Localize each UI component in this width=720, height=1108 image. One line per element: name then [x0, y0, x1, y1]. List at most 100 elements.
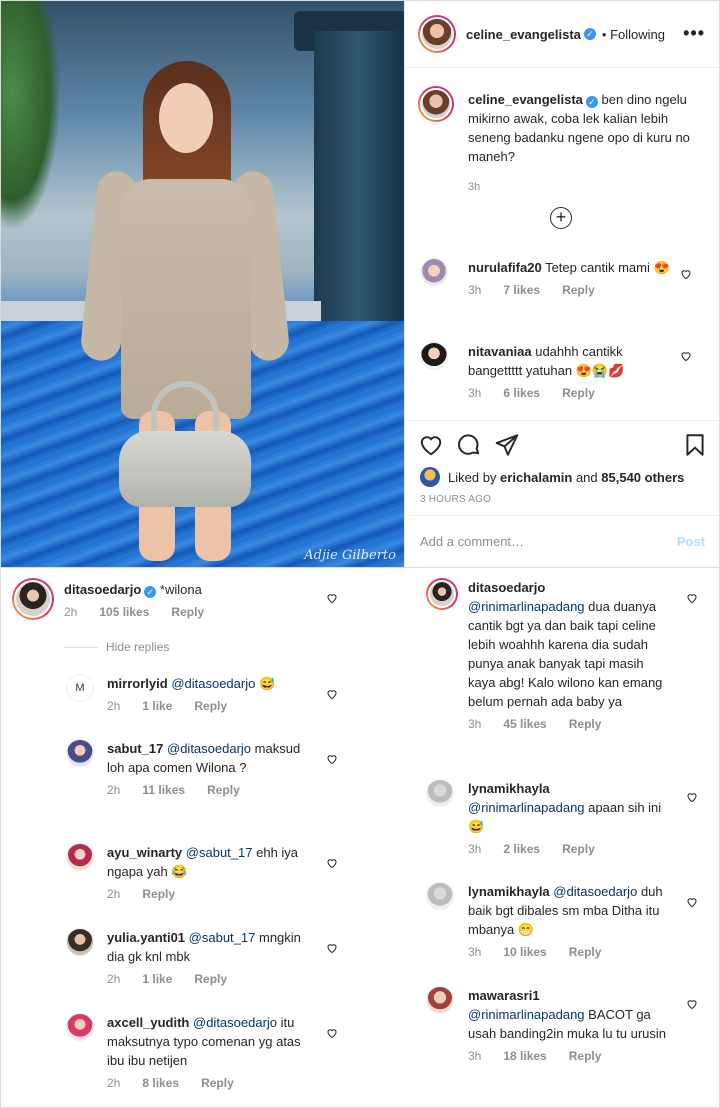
commenter-avatar[interactable]: [426, 882, 454, 910]
like-heart-icon[interactable]: [326, 688, 338, 700]
like-heart-icon[interactable]: [686, 896, 698, 908]
reply-username[interactable]: ayu_winarty: [107, 845, 182, 860]
bookmark-icon[interactable]: [682, 432, 708, 458]
comment-likes[interactable]: 7 likes: [503, 283, 540, 297]
reply-mention[interactable]: @ditasoedarjo: [193, 1015, 277, 1030]
reply-mention[interactable]: @sabut_17: [189, 930, 256, 945]
comment-username[interactable]: lynamikhayla: [468, 884, 550, 899]
comment-time: 3h: [468, 945, 482, 959]
comment-mention[interactable]: @ditasoedarjo: [553, 884, 637, 899]
comment-username[interactable]: nitavaniaa: [468, 344, 532, 359]
verified-badge-icon: ✓: [144, 586, 157, 598]
commenter-avatar[interactable]: [426, 986, 454, 1014]
reply-item: M mirrorlyid @ditasoedarjo 😅 2h 1 like Rep…: [66, 674, 366, 718]
commenter-avatar[interactable]: [66, 843, 94, 871]
reply-button[interactable]: Reply: [171, 605, 204, 619]
comment-username[interactable]: mawarasri1: [468, 988, 540, 1003]
comment-meta: 2h 105 likes Reply: [64, 603, 364, 622]
reply-button[interactable]: Reply: [562, 386, 595, 400]
comment-username[interactable]: nurulafifa20: [468, 260, 542, 275]
liked-by-others[interactable]: 85,540 others: [601, 470, 684, 485]
comment-item: ditasoedarjo @rinimarlinapadang dua duan…: [426, 578, 711, 754]
comment-username[interactable]: ditasoedarjo: [468, 580, 545, 595]
liked-by-prefix: Liked by: [448, 469, 497, 485]
comment-likes[interactable]: 105 likes: [99, 605, 149, 619]
comment-username[interactable]: ditasoedarjo: [64, 582, 141, 597]
like-heart-icon[interactable]: [326, 857, 338, 869]
reply-mention[interactable]: @ditasoedarjo: [167, 741, 251, 756]
liked-by-summary[interactable]: Liked by erichalamin and 85,540 others: [420, 467, 684, 487]
comment-likes[interactable]: 18 likes: [503, 1049, 546, 1063]
comment-bubble-icon[interactable]: [456, 432, 482, 458]
reply-button[interactable]: Reply: [569, 1049, 602, 1063]
reply-item: ayu_winarty @sabut_17 ehh iya ngapa yah …: [66, 843, 366, 905]
post-comment-button[interactable]: Post: [677, 534, 705, 549]
comment-username[interactable]: lynamikhayla: [468, 781, 550, 796]
reply-username[interactable]: mirrorlyid: [107, 676, 168, 691]
load-more-comments-icon[interactable]: +: [550, 207, 572, 229]
reply-time: 2h: [107, 1076, 121, 1090]
caption-avatar[interactable]: [418, 86, 454, 122]
reply-button[interactable]: Reply: [201, 1076, 234, 1090]
like-heart-icon[interactable]: [686, 791, 698, 803]
comment-time: 3h: [468, 1049, 482, 1063]
reply-username[interactable]: axcell_yudith: [107, 1015, 189, 1030]
reply-button[interactable]: Reply: [142, 887, 175, 901]
comment-item: nurulafifa20 Tetep cantik mami 😍 3h 7 lik…: [420, 258, 710, 328]
commenter-avatar[interactable]: [12, 578, 54, 620]
comment-likes[interactable]: 10 likes: [503, 945, 546, 959]
comment-item: nitavaniaa udahhh cantikk bangettttt yat…: [420, 342, 710, 412]
reply-button[interactable]: Reply: [569, 945, 602, 959]
like-heart-icon[interactable]: [326, 1027, 338, 1039]
caption-username[interactable]: celine_evangelista: [468, 92, 583, 107]
like-heart-icon[interactable]: [326, 942, 338, 954]
hide-replies-toggle[interactable]: Hide replies: [64, 640, 169, 654]
liked-by-user[interactable]: erichalamin: [500, 470, 572, 485]
post-header: celine_evangelista ✓ • Following •••: [404, 1, 719, 68]
like-heart-icon[interactable]: [326, 753, 338, 765]
commenter-avatar[interactable]: [420, 342, 448, 370]
comment-mention[interactable]: @rinimarlinapadang: [468, 599, 585, 614]
reply-button[interactable]: Reply: [562, 842, 595, 856]
commenter-avatar[interactable]: [66, 1013, 94, 1041]
reply-likes[interactable]: 11 likes: [142, 783, 185, 797]
commenter-avatar[interactable]: [426, 779, 454, 807]
add-comment-bar: Post: [404, 515, 719, 567]
add-comment-input[interactable]: [420, 534, 677, 549]
reply-mention[interactable]: @ditasoedarjo: [171, 676, 255, 691]
reply-username[interactable]: yulia.yanti01: [107, 930, 185, 945]
like-heart-icon[interactable]: [680, 268, 692, 280]
comment-mention[interactable]: @rinimarlinapadang: [468, 1007, 585, 1022]
author-username[interactable]: celine_evangelista: [466, 27, 581, 42]
reply-likes[interactable]: 1 like: [142, 699, 172, 713]
reply-likes[interactable]: 8 likes: [142, 1076, 179, 1090]
comment-likes[interactable]: 45 likes: [503, 717, 546, 731]
reply-button[interactable]: Reply: [569, 717, 602, 731]
commenter-avatar[interactable]: M: [66, 674, 94, 702]
author-avatar[interactable]: [418, 15, 456, 53]
like-heart-icon[interactable]: [326, 592, 338, 604]
commenter-avatar[interactable]: [426, 578, 458, 610]
comment-likes[interactable]: 6 likes: [503, 386, 540, 400]
like-heart-icon[interactable]: [686, 592, 698, 604]
reply-button[interactable]: Reply: [207, 783, 240, 797]
share-send-icon[interactable]: [494, 432, 520, 458]
reply-item: axcell_yudith @ditasoedarjo itu maksutny…: [66, 1013, 366, 1095]
commenter-avatar[interactable]: [420, 258, 448, 286]
commenter-avatar[interactable]: [66, 928, 94, 956]
like-heart-icon[interactable]: [418, 432, 444, 458]
reply-button[interactable]: Reply: [194, 972, 227, 986]
reply-mention[interactable]: @sabut_17: [186, 845, 253, 860]
reply-username[interactable]: sabut_17: [107, 741, 163, 756]
reply-likes[interactable]: 1 like: [142, 972, 172, 986]
reply-button[interactable]: Reply: [194, 699, 227, 713]
more-options-icon[interactable]: •••: [683, 23, 705, 44]
comment-likes[interactable]: 2 likes: [503, 842, 540, 856]
reply-button[interactable]: Reply: [562, 283, 595, 297]
like-heart-icon[interactable]: [680, 350, 692, 362]
post-photo[interactable]: Adjie Gilberto: [1, 1, 404, 567]
commenter-avatar[interactable]: [66, 739, 94, 767]
like-heart-icon[interactable]: [686, 998, 698, 1010]
comment-mention[interactable]: @rinimarlinapadang: [468, 800, 585, 815]
following-button[interactable]: • Following: [602, 27, 665, 42]
